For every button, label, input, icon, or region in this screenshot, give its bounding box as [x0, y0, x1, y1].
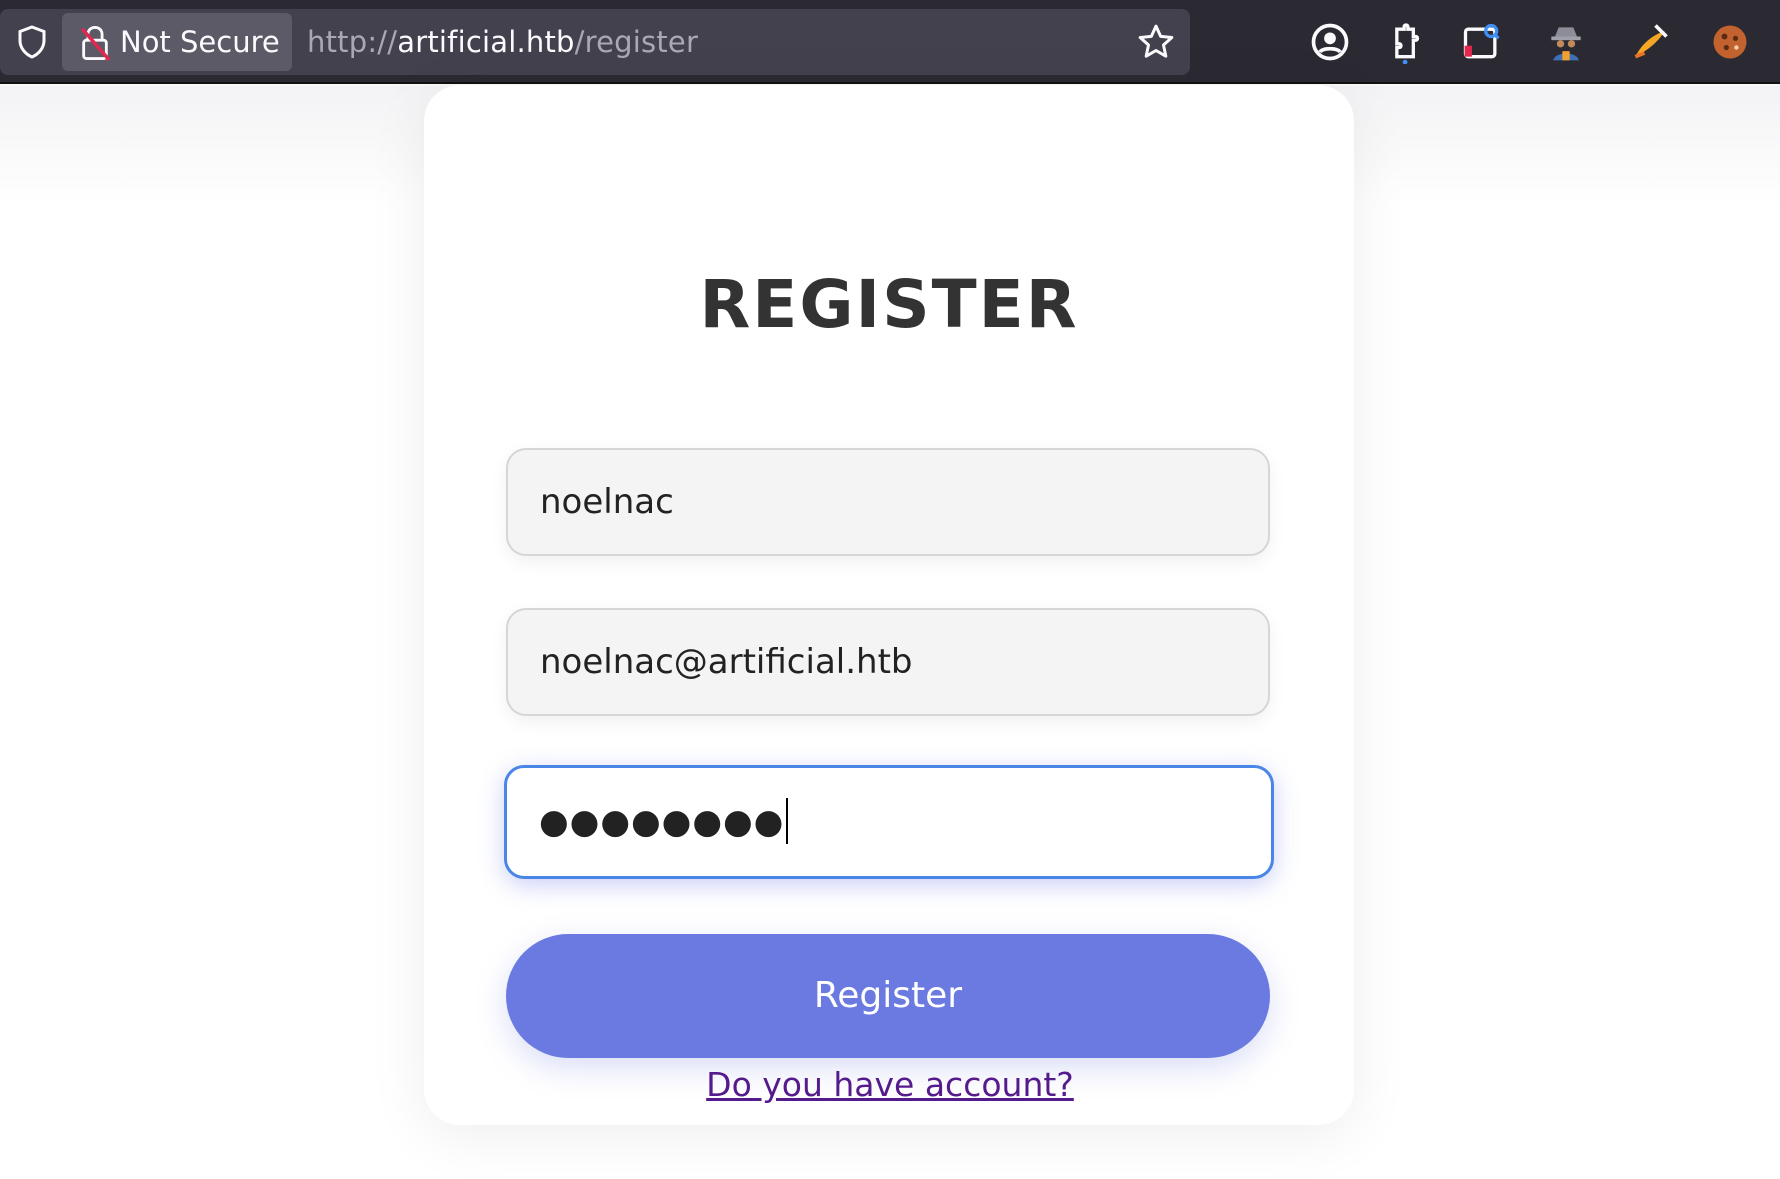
screenshot-icon[interactable] — [1460, 20, 1504, 64]
register-button[interactable]: Register — [506, 934, 1270, 1058]
username-value: noelnac — [540, 482, 674, 522]
bookmark-star-icon[interactable] — [1136, 22, 1176, 62]
url-scheme: http:// — [307, 25, 398, 59]
spy-extension-icon[interactable] — [1544, 20, 1588, 64]
text-caret — [786, 797, 789, 844]
email-value: noelnac@artificial.htb — [540, 642, 913, 682]
url-text[interactable]: http://artificial.htb/register — [307, 22, 698, 62]
page-title: REGISTER — [699, 266, 1079, 343]
shield-icon[interactable] — [14, 24, 50, 60]
url-host: artificial.htb — [397, 25, 575, 59]
extensions-icon[interactable] — [1384, 20, 1428, 64]
not-secure-label: Not Secure — [120, 25, 280, 59]
account-icon[interactable] — [1308, 20, 1352, 64]
username-field[interactable]: noelnac — [506, 448, 1270, 556]
email-field[interactable]: noelnac@artificial.htb — [506, 608, 1270, 716]
insecure-lock-icon — [80, 25, 111, 62]
paint-extension-icon[interactable] — [1628, 20, 1672, 64]
url-path: /register — [574, 25, 699, 59]
cookie-extension-icon[interactable] — [1708, 20, 1752, 64]
browser-toolbar: Not Secure http://artificial.htb/registe… — [0, 0, 1780, 84]
password-field[interactable]: ●●●●●●●● — [504, 765, 1274, 879]
login-link[interactable]: Do you have account? — [0, 1060, 1780, 1110]
password-masked-value: ●●●●●●●● — [539, 802, 785, 842]
